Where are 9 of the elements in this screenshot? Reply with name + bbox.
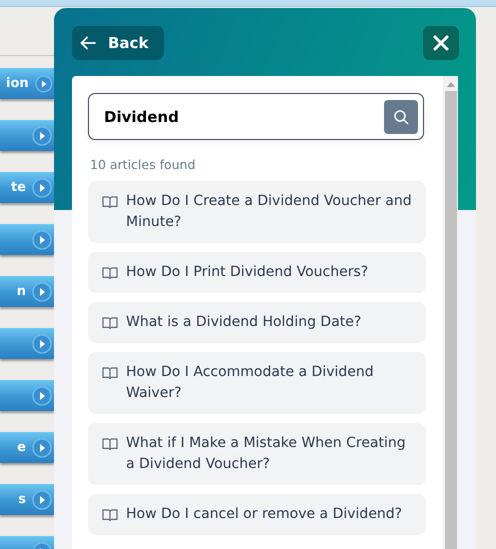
- article-link[interactable]: How Do I Print Dividend Vouchers?: [88, 252, 426, 293]
- article-link[interactable]: How Do I cancel or remove a Dividend?: [88, 494, 426, 535]
- article-link[interactable]: How Do I Accommodate a Dividend Waiver?: [88, 352, 426, 414]
- article-link[interactable]: What if I Make a Mistake When Creating a Dividend Voucher?: [88, 423, 426, 485]
- article-link[interactable]: What is a Dividend Holding Date?: [88, 302, 426, 343]
- search-field[interactable]: Dividend: [88, 93, 424, 140]
- result-count: 10 articles found: [90, 157, 196, 172]
- back-button[interactable]: Back: [72, 26, 164, 60]
- article-link[interactable]: How Do I Create a Dividend Voucher and Minute?: [88, 181, 426, 243]
